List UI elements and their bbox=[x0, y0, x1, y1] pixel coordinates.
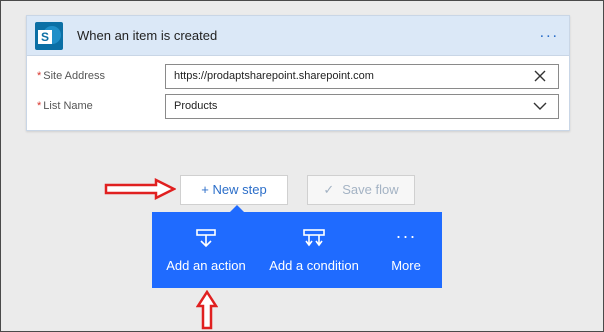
annotation-arrow-right-icon bbox=[104, 178, 176, 200]
site-address-row: * Site Address https://prodaptsharepoint.… bbox=[27, 64, 569, 90]
new-step-menu: Add an action Add a condition ··· More bbox=[152, 212, 442, 288]
clear-icon[interactable] bbox=[531, 67, 549, 85]
add-action-label: Add an action bbox=[166, 258, 246, 273]
list-name-row: * List Name Products bbox=[27, 94, 569, 120]
more-options-icon[interactable]: ... bbox=[540, 24, 559, 42]
add-action-menu-item[interactable]: Add an action bbox=[160, 212, 252, 288]
check-icon: ✓ bbox=[323, 182, 335, 197]
menu-caret bbox=[230, 205, 244, 212]
more-menu-item[interactable]: ··· More bbox=[378, 212, 434, 288]
trigger-card-header[interactable]: S When an item is created ... bbox=[27, 16, 569, 56]
list-name-label: * List Name bbox=[37, 100, 93, 112]
add-condition-menu-item[interactable]: Add a condition bbox=[264, 212, 364, 288]
more-icon: ··· bbox=[395, 226, 417, 246]
sharepoint-icon: S bbox=[35, 22, 63, 50]
site-address-label: * Site Address bbox=[37, 70, 106, 82]
condition-icon bbox=[303, 229, 325, 247]
more-label: More bbox=[391, 258, 421, 273]
site-address-input[interactable]: https://prodaptsharepoint.sharepoint.com bbox=[165, 64, 559, 89]
trigger-title: When an item is created bbox=[77, 28, 218, 43]
add-condition-label: Add a condition bbox=[269, 258, 359, 273]
action-icon bbox=[196, 229, 216, 248]
annotation-arrow-up-icon bbox=[196, 290, 218, 330]
list-name-select[interactable]: Products bbox=[165, 94, 559, 119]
trigger-card: S When an item is created ... * Site Addr… bbox=[26, 15, 570, 131]
new-step-button[interactable]: + New step bbox=[180, 175, 288, 205]
chevron-down-icon[interactable] bbox=[531, 97, 549, 115]
save-flow-button[interactable]: ✓ Save flow bbox=[307, 175, 415, 205]
